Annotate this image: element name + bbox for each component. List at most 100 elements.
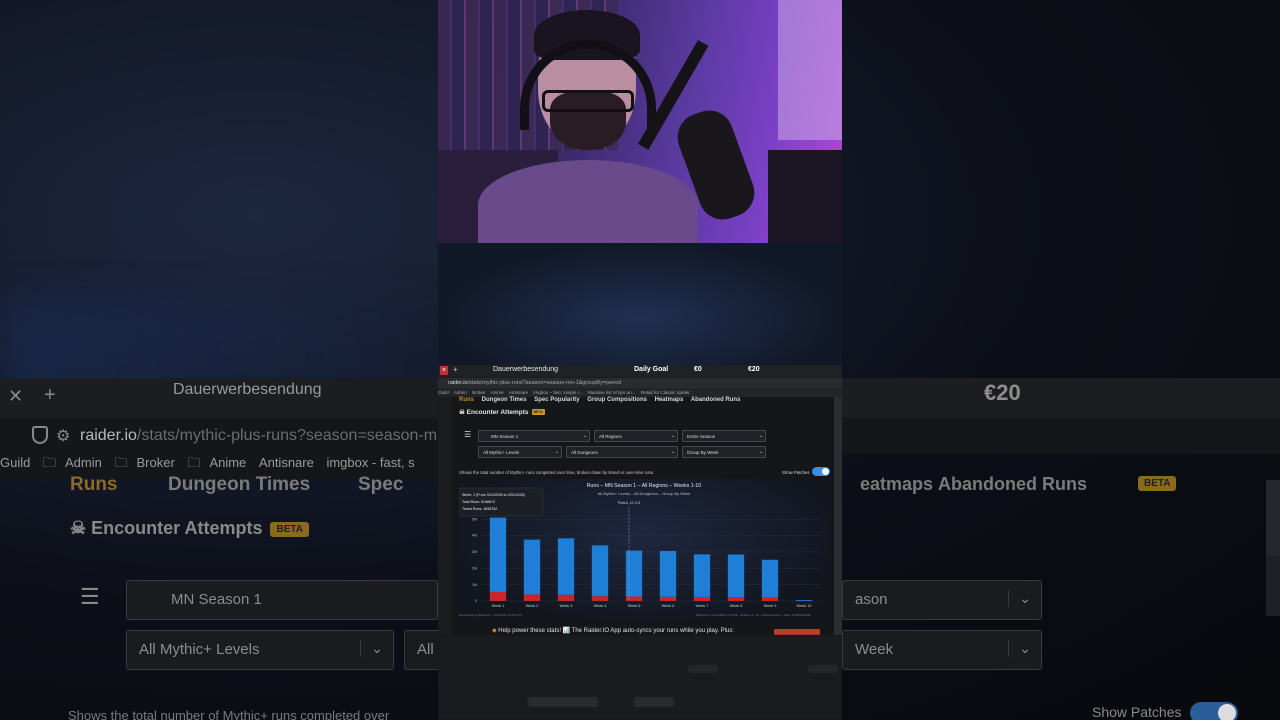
bar-timed-runs[interactable] [523, 539, 541, 595]
season-select-value: MN Season 1 [491, 434, 519, 439]
bookmark-antisnare[interactable]: Antisnare [259, 455, 314, 470]
x-tick-label: Week 4 [594, 604, 607, 608]
levels-select-value: All Mythic+ Levels [483, 450, 520, 455]
chevron-down-icon: ⌄ [554, 449, 559, 455]
bookmark-guild[interactable]: Guild [438, 390, 449, 395]
bar-timed-runs[interactable] [693, 554, 711, 597]
bar-timed-runs[interactable] [795, 600, 813, 601]
blurred-shape [808, 665, 838, 673]
mini-bookmarks-bar: Guild Admin Broker Anime Antisnare imgbo… [438, 388, 842, 397]
filter-icon: ☰ [464, 430, 472, 439]
mini-address-bar[interactable]: raider.io/stats/mythic-plus-runs?season=… [438, 378, 842, 388]
bookmark-imgbox[interactable]: imgbox – fast, simple i... [533, 390, 582, 395]
dungeons-select-value: All Dungeons [571, 450, 598, 455]
x-tick-label: Week 9 [764, 604, 777, 608]
bookmark-broker[interactable]: Broker [137, 455, 175, 470]
chart-bars [489, 517, 813, 602]
bg-show-patches-label: Show Patches [1092, 704, 1182, 720]
bar-timed-runs[interactable] [659, 550, 677, 597]
mini-scrollbar[interactable] [834, 397, 842, 635]
chevron-down-icon: ⌄ [758, 449, 763, 455]
encounter-attempts-link[interactable]: ☠ Encounter Attempts BETA [459, 408, 545, 416]
tab-spec-popularity[interactable]: Spec Popularity [534, 397, 579, 403]
region-select[interactable]: All Regions ⌄ [594, 430, 678, 442]
chevron-down-icon: ⌄ [670, 433, 675, 439]
new-tab-icon[interactable]: + [453, 365, 458, 374]
levels-select[interactable]: All Mythic+ Levels ⌄ [126, 630, 394, 670]
site-settings-icon[interactable]: ⚙ [56, 426, 70, 446]
tab-runs[interactable]: Runs [70, 474, 118, 496]
tab-dungeon-times[interactable]: Dungeon Times [168, 474, 310, 496]
bar-over-time[interactable] [591, 596, 609, 601]
bar-over-time[interactable] [727, 597, 745, 601]
beta-badge: BETA [270, 521, 309, 537]
group-by-select[interactable]: Group By Week ⌄ [682, 446, 766, 458]
y-tick-label: 5M [472, 517, 477, 521]
period-select[interactable]: ason ⌄ [842, 580, 1042, 620]
bg-description: Shows the total number of Mythic+ runs c… [68, 708, 390, 720]
tab-heatmaps[interactable]: Heatmaps [655, 397, 684, 403]
bar-timed-runs[interactable] [557, 538, 575, 595]
levels-select[interactable]: All Mythic+ Levels ⌄ [478, 446, 562, 458]
bookmark-broker[interactable]: Broker [472, 390, 486, 395]
x-tick-label: Week 6 [662, 604, 675, 608]
season-select-value: MN Season 1 [171, 591, 262, 608]
skull-icon: ☠ [70, 518, 92, 538]
tab-abandoned-runs[interactable]: Abandoned Runs [691, 397, 741, 403]
bar-over-time[interactable] [489, 592, 507, 601]
x-tick-label: Week 8 [730, 604, 743, 608]
show-patches-toggle[interactable] [812, 467, 830, 476]
new-tab-icon[interactable]: + [44, 384, 56, 407]
bar-over-time[interactable] [693, 596, 711, 601]
mini-tab-title[interactable]: Dauerwerbesendung [493, 366, 558, 373]
tab-dungeon-times[interactable]: Dungeon Times [482, 397, 527, 403]
bar-over-time[interactable] [761, 597, 779, 601]
close-tab-icon[interactable]: × [440, 366, 448, 375]
tab-heatmaps[interactable]: eatmaps [860, 474, 933, 495]
bar-over-time[interactable] [523, 594, 541, 601]
bar-over-time[interactable] [625, 596, 643, 601]
bar-timed-runs[interactable] [625, 550, 643, 597]
shield-icon[interactable] [32, 426, 48, 444]
chair [768, 150, 842, 243]
bg-show-patches-toggle[interactable] [1190, 702, 1238, 720]
bar-timed-runs[interactable] [761, 559, 779, 598]
dungeons-select[interactable]: All Dungeons ⌄ [566, 446, 678, 458]
chart-footer-left: Generated by Raider.IO · 3/17/2026 11:00… [459, 613, 522, 617]
y-tick-label: 2M [472, 566, 477, 570]
daily-goal-label: Daily Goal [634, 366, 669, 373]
bookmark-admin[interactable]: Admin [65, 455, 102, 470]
bookmark-admin[interactable]: Admin [454, 390, 467, 395]
vertical-video-column: × + Dauerwerbesendung raider.io/stats/my… [438, 0, 842, 720]
bg-url[interactable]: raider.io/stats/mythic-plus-runs?season=… [80, 427, 460, 445]
bar-over-time[interactable] [557, 594, 575, 601]
goal-target: €20 [748, 366, 760, 373]
group-by-select[interactable]: Week ⌄ [842, 630, 1042, 670]
tab-abandoned-runs[interactable]: Abandoned Runs [938, 474, 1087, 495]
bookmark-anime[interactable]: Anime [209, 455, 246, 470]
bg-tab-title[interactable]: Dauerwerbesendung [173, 381, 322, 399]
tab-group-compositions[interactable]: Group Compositions [587, 397, 647, 403]
bookmark-imgbox[interactable]: imgbox - fast, s [326, 455, 414, 470]
tab-spec-popularity[interactable]: Spec [358, 474, 403, 496]
bookmark-retail[interactable]: Retail for Classic Spider [641, 390, 690, 395]
bar-timed-runs[interactable] [591, 545, 609, 597]
chevron-down-icon: ⌄ [670, 449, 675, 455]
bar-timed-runs[interactable] [727, 554, 745, 598]
period-select-value: Entire Season [687, 434, 716, 439]
bar-over-time[interactable] [659, 596, 677, 601]
season-select[interactable]: MN Season 1 ⌄ [478, 430, 590, 442]
bg-stats-nav-right: eatmaps Abandoned Runs BETA [842, 470, 1280, 500]
bookmark-antisnare[interactable]: Antisnare [509, 390, 528, 395]
bookmark-guild[interactable]: Guild [0, 455, 30, 470]
bg-encounter-attempts[interactable]: ☠ Encounter Attempts BETA [70, 518, 309, 539]
tab-runs[interactable]: Runs [459, 397, 474, 403]
bar-timed-runs[interactable] [489, 517, 507, 592]
chart-x-labels: Week 1 Week 2 Week 3 Week 4 Week 5 Week 6 Week… [492, 604, 812, 608]
bookmark-anime[interactable]: Anime [491, 390, 504, 395]
streamer-body [478, 160, 698, 243]
period-select[interactable]: Entire Season ⌄ [682, 430, 766, 442]
bookmark-tips[interactable]: Massive list of tips an... [588, 390, 636, 395]
season-select[interactable]: MN Season 1 [126, 580, 438, 620]
close-tab-icon[interactable]: ✕ [8, 386, 23, 407]
